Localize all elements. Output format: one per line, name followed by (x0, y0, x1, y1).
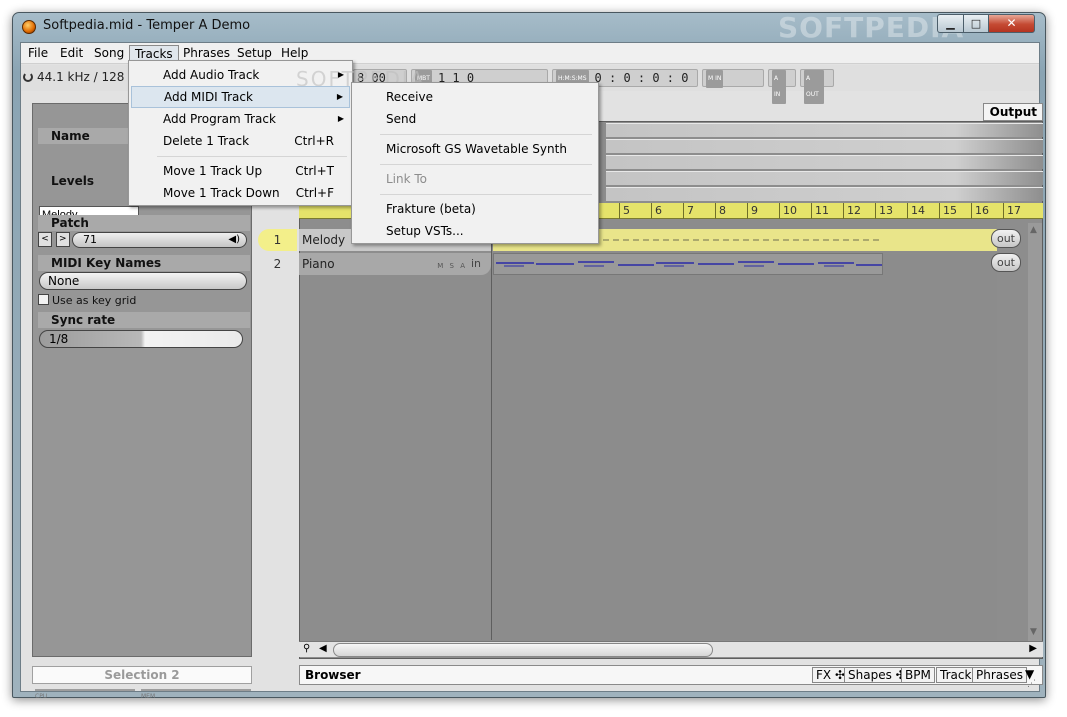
submenu-gs-wavetable[interactable]: Microsoft GS Wavetable Synth (354, 138, 596, 160)
title-bar: Softpedia.mid - Temper A Demo SOFTPEDIA … (13, 11, 1045, 44)
header-stripe (606, 123, 1043, 137)
piano-phrase[interactable] (493, 253, 883, 275)
ruler-tick: 13 (875, 203, 893, 219)
cpu-label: CPU (35, 693, 48, 700)
checkbox-icon[interactable] (38, 294, 49, 305)
ruler-tick: 14 (907, 203, 925, 219)
cpu-meter (35, 689, 135, 691)
track-output-button[interactable]: out (991, 253, 1021, 272)
header-stripe (606, 139, 1043, 153)
ruler-tick: 9 (747, 203, 758, 219)
track-input-button[interactable]: in (471, 253, 481, 275)
sample-rate: 44.1 kHz / 128 (23, 70, 124, 84)
menu-delete-track[interactable]: Delete 1 Track Ctrl+R (131, 130, 350, 152)
audio-in-button[interactable]: A IN (768, 69, 796, 104)
ruler-tick: 10 (779, 203, 797, 219)
phrases-button[interactable]: Phrases (972, 667, 1028, 683)
mem-meter (141, 689, 251, 691)
header-stripe (606, 155, 1043, 169)
track-number[interactable]: 1 (258, 229, 297, 251)
midi-in-meter[interactable]: M IN (702, 69, 764, 88)
ruler-tick: 12 (843, 203, 861, 219)
menu-separator (380, 134, 592, 135)
scroll-down-icon[interactable]: ▼ (1030, 627, 1037, 637)
activity-icon (23, 72, 33, 82)
app-icon (22, 20, 36, 34)
output-header: Output (983, 103, 1043, 121)
header-stripe (606, 171, 1043, 185)
key-grid-checkbox[interactable]: Use as key grid (38, 294, 136, 307)
ruler-tick: 7 (683, 203, 694, 219)
menu-move-track-down[interactable]: Move 1 Track Down Ctrl+F (131, 182, 350, 204)
menu-separator (157, 156, 347, 157)
track-number[interactable]: 2 (258, 253, 297, 275)
msa-buttons[interactable]: M S A (437, 255, 467, 277)
ruler-tick: 11 (811, 203, 829, 219)
submenu-arrow-icon: ▶ (337, 114, 344, 123)
midi-key-names-label: MIDI Key Names (38, 255, 250, 271)
submenu-frakture[interactable]: Frakture (beta) (354, 198, 596, 220)
speaker-icon: ◀) (228, 234, 240, 245)
submenu-setup-vsts[interactable]: Setup VSTs... (354, 220, 596, 242)
horizontal-scrollbar[interactable]: ⚲ ◀ ▶ (299, 641, 1043, 657)
resize-grip-icon[interactable]: ⋰ (1027, 679, 1036, 689)
vertical-scrollbar[interactable]: ▲ ▼ (1028, 223, 1042, 643)
shapes-button[interactable]: Shapes ✣ (844, 667, 910, 683)
maximize-button[interactable]: □ (963, 14, 989, 33)
patch-slider[interactable]: 71 ◀) (72, 232, 247, 248)
submenu-receive[interactable]: Receive (354, 86, 596, 108)
submenu-send[interactable]: Send (354, 108, 596, 130)
patch-next-button[interactable]: > (55, 232, 70, 247)
browser-label: Browser (305, 668, 361, 682)
audio-out-button[interactable]: A OUT (800, 69, 834, 104)
zoom-icon[interactable]: ⚲ (303, 643, 310, 654)
track-output-button[interactable]: out (991, 229, 1021, 248)
patch-prev-button[interactable]: < (38, 232, 52, 247)
ruler-tick: 8 (715, 203, 726, 219)
menu-separator (380, 164, 592, 165)
window-title: Softpedia.mid - Temper A Demo (43, 18, 251, 33)
header-stripe (606, 187, 1043, 201)
minimize-button[interactable]: ▁ (937, 14, 964, 33)
selection-indicator: Selection 2 (32, 666, 252, 684)
sync-rate-label: Sync rate (38, 312, 250, 328)
submenu-link-to: Link To (386, 172, 428, 186)
ruler-tick: 15 (939, 203, 957, 219)
patch-label: Patch (38, 215, 250, 231)
scroll-right-icon[interactable]: ▶ (1029, 643, 1037, 654)
menu-move-track-up[interactable]: Move 1 Track Up Ctrl+T (131, 160, 350, 182)
track-row-piano[interactable]: Piano M S Ain (299, 253, 491, 275)
scroll-thumb[interactable] (333, 643, 713, 657)
bpm-button[interactable]: BPM (901, 667, 935, 683)
menu-song[interactable]: Song (89, 45, 129, 62)
scroll-left-icon[interactable]: ◀ (319, 643, 327, 654)
menu-separator (380, 194, 592, 195)
mem-label: MEM (141, 693, 156, 700)
track-number-column: 1 2 (258, 229, 297, 659)
sync-rate-slider[interactable]: 1/8 (39, 330, 243, 348)
browser-bar: Browser FX ✣ Shapes ✣ BPM Track Phrases … (299, 665, 1043, 685)
scroll-up-icon[interactable]: ▲ (1030, 225, 1037, 235)
ruler-tick: 17 (1003, 203, 1021, 219)
add-midi-track-submenu: Receive Send Microsoft GS Wavetable Synt… (351, 82, 599, 244)
ruler-tick: 5 (619, 203, 630, 219)
ruler-tick: 6 (651, 203, 662, 219)
menu-edit[interactable]: Edit (55, 45, 88, 62)
patch-row: < > 71 ◀) (38, 232, 247, 248)
menu-file[interactable]: File (23, 45, 53, 62)
ruler-tick: 16 (971, 203, 989, 219)
piano-notes (496, 261, 882, 267)
midi-key-names-select[interactable]: None (39, 272, 247, 290)
close-button[interactable]: ✕ (988, 14, 1035, 33)
track-button[interactable]: Track (936, 667, 976, 683)
track-lanes (491, 220, 997, 640)
menu-add-program-track[interactable]: Add Program Track ▶ (131, 108, 350, 130)
